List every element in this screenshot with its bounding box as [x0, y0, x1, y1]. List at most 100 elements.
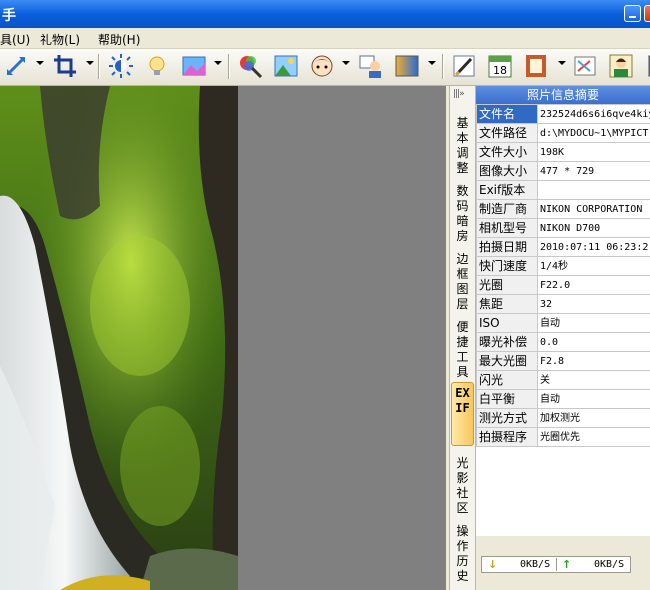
side-tab-strip: |||» 基本调整 数码暗房 边框图层 便捷工具 EXIF 光影社区 操作历史 [449, 86, 476, 590]
rotate-dropdown[interactable] [36, 61, 44, 65]
download-arrow-icon: ↓ [488, 558, 498, 571]
frame-icon[interactable] [523, 53, 549, 79]
crop-dropdown[interactable] [86, 61, 94, 65]
row-key: 曝光补偿 [476, 332, 538, 352]
table-row[interactable]: 拍摄程序 光圈优先 [476, 427, 650, 447]
canvas-background [238, 86, 446, 590]
row-key: 光圈 [476, 275, 538, 295]
row-key: 最大光圈 [476, 351, 538, 371]
panel-title: 照片信息摘要 [476, 86, 650, 104]
row-key: Exif版本 [476, 180, 538, 200]
gradient-dropdown[interactable] [428, 61, 436, 65]
transfer-speed-bar: ↓ 0KB/S ↑ 0KB/S [481, 556, 631, 573]
toolbar: 18 [0, 49, 650, 86]
rotate-icon[interactable] [3, 53, 29, 79]
upload-speed: 0KB/S [594, 559, 625, 570]
row-value: NIKON D700 [537, 218, 650, 238]
tab-light-community[interactable]: 光影社区 [451, 456, 474, 520]
download-speed: 0KB/S [520, 559, 551, 570]
row-value: 477 * 729 [537, 161, 650, 181]
table-row[interactable]: 制造厂商 NIKON CORPORATION [476, 199, 650, 219]
crop-icon[interactable] [52, 53, 78, 79]
row-value: 1/4秒 [537, 256, 650, 276]
row-key: 文件路径 [476, 123, 538, 143]
people-icon[interactable] [358, 53, 384, 79]
row-value: 232524d6s6i6qve4kiy [537, 104, 650, 124]
gradient-icon[interactable] [394, 53, 420, 79]
row-key: 白平衡 [476, 389, 538, 409]
tab-operation-history[interactable]: 操作历史 [451, 524, 474, 588]
more-toolbar-icon[interactable] [640, 53, 650, 79]
table-row[interactable]: 快门速度 1/4秒 [476, 256, 650, 276]
tab-digital-darkroom[interactable]: 数码暗房 [451, 184, 474, 248]
row-value: 加权测光 [537, 408, 650, 428]
row-key: 闪光 [476, 370, 538, 390]
light-bulb-icon[interactable] [145, 53, 171, 79]
exif-table: 文件名 232524d6s6i6qve4kiy 文件路径 d:\MYDOCU~1\MY… [476, 104, 650, 447]
close-button[interactable] [644, 5, 650, 22]
tab-exif[interactable]: EXIF [451, 382, 474, 446]
menu-tools[interactable]: 具(U) [0, 31, 30, 48]
table-row[interactable]: 测光方式 加权测光 [476, 408, 650, 428]
landscape-icon[interactable] [273, 53, 299, 79]
image-color-dropdown[interactable] [214, 61, 222, 65]
table-row[interactable]: 最大光圈 F2.8 [476, 351, 650, 371]
row-key: 文件名 [476, 104, 538, 124]
table-row[interactable]: 文件大小 198K [476, 142, 650, 162]
tab-convenient-tools[interactable]: 便捷工具 [451, 320, 474, 384]
color-picker-icon[interactable] [237, 53, 263, 79]
image-color-icon[interactable] [181, 53, 207, 79]
row-value: 198K [537, 142, 650, 162]
row-value: F22.0 [537, 275, 650, 295]
row-key: 文件大小 [476, 142, 538, 162]
row-key: 拍摄程序 [476, 427, 538, 447]
menu-bar: 具(U) 礼物(L) 帮助(H) [0, 28, 650, 49]
face-dropdown[interactable] [342, 61, 350, 65]
table-row[interactable]: 文件路径 d:\MYDOCU~1\MYPICT [476, 123, 650, 143]
row-key: 拍摄日期 [476, 237, 538, 257]
table-row[interactable]: 闪光关 [476, 370, 650, 390]
photo-info-panel: 照片信息摘要 文件名 232524d6s6i6qve4kiy 文件路径 d:\MYDO… [476, 86, 650, 590]
table-row[interactable]: ISO 自动 [476, 313, 650, 333]
table-row[interactable]: 文件名 232524d6s6i6qve4kiy [476, 104, 650, 124]
row-value: 2010:07:11 06:23:2 [537, 237, 650, 257]
calendar-icon[interactable]: 18 [487, 53, 513, 79]
window-title: 手 [2, 8, 16, 24]
eraser-icon[interactable] [572, 53, 598, 79]
minimize-button[interactable] [624, 5, 641, 22]
panel-lower-area: ↓ 0KB/S ↑ 0KB/S [476, 536, 650, 590]
tab-border-layer[interactable]: 边框图层 [451, 252, 474, 316]
row-key: 快门速度 [476, 256, 538, 276]
row-key: 测光方式 [476, 408, 538, 428]
row-key: 焦距 [476, 294, 538, 314]
title-bar: 手 [0, 0, 650, 28]
menu-help[interactable]: 帮助(H) [98, 31, 140, 48]
waterfall-photo [0, 86, 238, 590]
person-photo-icon[interactable] [608, 53, 634, 79]
table-row[interactable]: 白平衡 自动 [476, 389, 650, 409]
row-key: ISO [476, 313, 538, 333]
table-row[interactable]: 拍摄日期 2010:07:11 06:23:2 [476, 237, 650, 257]
row-value [537, 180, 650, 200]
table-row[interactable]: Exif版本 [476, 180, 650, 200]
menu-gifts[interactable]: 礼物(L) [40, 31, 80, 48]
calendar-day: 18 [493, 64, 507, 77]
table-row[interactable]: 光圈 F22.0 [476, 275, 650, 295]
photo-canvas[interactable] [0, 86, 238, 590]
table-row[interactable]: 相机型号 NIKON D700 [476, 218, 650, 238]
tab-basic-adjust[interactable]: 基本调整 [451, 116, 474, 180]
brightness-icon[interactable] [108, 53, 134, 79]
collapse-panel-button[interactable]: |||» [453, 89, 465, 99]
frame-dropdown[interactable] [558, 61, 566, 65]
table-row[interactable]: 曝光补偿 0.0 [476, 332, 650, 352]
row-value: 0.0 [537, 332, 650, 352]
row-key: 制造厂商 [476, 199, 538, 219]
table-row[interactable]: 图像大小 477 * 729 [476, 161, 650, 181]
row-value: 关 [537, 370, 650, 390]
row-value: F2.8 [537, 351, 650, 371]
row-value: 自动 [537, 389, 650, 409]
table-row[interactable]: 焦距 32 [476, 294, 650, 314]
face-icon[interactable] [309, 53, 335, 79]
upload-arrow-icon: ↑ [562, 558, 572, 571]
brush-icon[interactable] [451, 53, 477, 79]
